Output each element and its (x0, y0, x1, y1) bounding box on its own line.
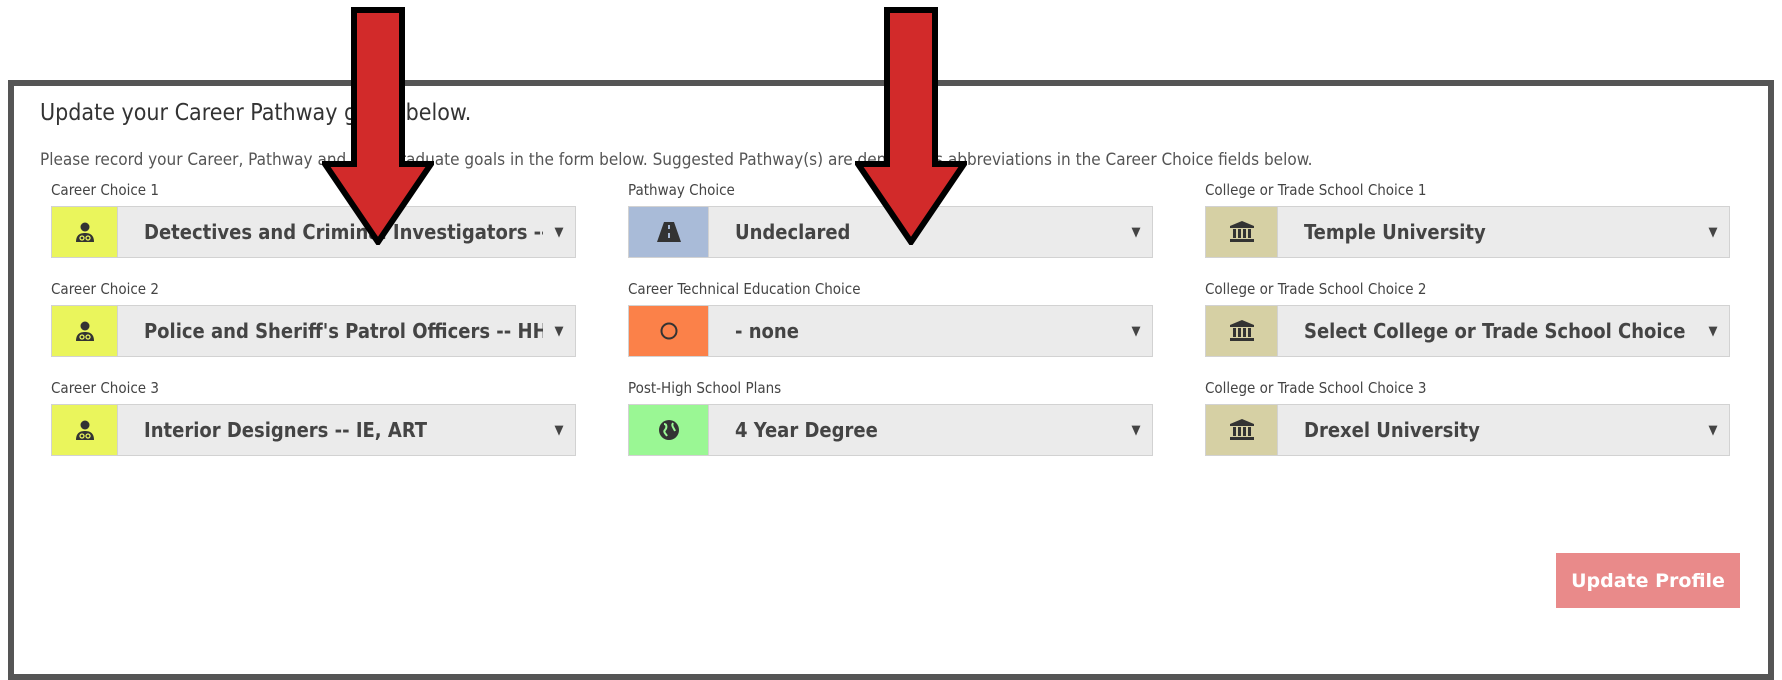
career-choice-3-label: Career Choice 3 (51, 379, 159, 397)
chevron-down-icon: ▼ (554, 422, 564, 438)
instructions-text: Please record your Career, Pathway and P… (40, 150, 1313, 170)
chevron-down-icon: ▼ (1708, 224, 1718, 240)
chevron-down-icon: ▼ (1131, 422, 1141, 438)
chevron-down-icon: ▼ (1708, 422, 1718, 438)
career-choice-3-field: Career Choice 3 Interior Designers -- IE… (51, 378, 576, 456)
user-doctor-icon (52, 405, 118, 455)
career-choice-2-field: Career Choice 2 Police and Sheriff's Pat… (51, 279, 576, 357)
chevron-down-icon: ▼ (1131, 224, 1141, 240)
college-choice-1-value: Temple University (1304, 220, 1486, 244)
career-choice-1-select[interactable]: Detectives and Criminal Investigators --… (51, 206, 576, 258)
college-choice-3-field: College or Trade School Choice 3 Drexel … (1205, 378, 1730, 456)
chevron-down-icon: ▼ (554, 224, 564, 240)
college-choice-2-value: Select College or Trade School Choice (1304, 319, 1686, 343)
college-choice-3-value: Drexel University (1304, 418, 1480, 442)
college-choice-1-label: College or Trade School Choice 1 (1205, 181, 1427, 199)
career-choice-1-field: Career Choice 1 Detectives and Criminal … (51, 180, 576, 258)
update-profile-button[interactable]: Update Profile (1556, 553, 1740, 608)
college-choice-2-select[interactable]: Select College or Trade School Choice ▼ (1205, 305, 1730, 357)
post-high-school-plans-field: Post-High School Plans 4 Year Degree ▼ (628, 378, 1153, 456)
user-doctor-icon (52, 207, 118, 257)
cte-choice-label: Career Technical Education Choice (628, 280, 861, 298)
post-high-school-plans-label: Post-High School Plans (628, 379, 782, 397)
career-choice-3-value: Interior Designers -- IE, ART (144, 418, 428, 442)
career-choice-2-label: Career Choice 2 (51, 280, 159, 298)
globe-icon (629, 405, 709, 455)
chevron-down-icon: ▼ (1708, 323, 1718, 339)
cte-choice-value: - none (735, 319, 799, 343)
post-high-school-plans-select[interactable]: 4 Year Degree ▼ (628, 404, 1153, 456)
arrow-down-icon (855, 7, 967, 245)
college-choice-2-field: College or Trade School Choice 2 Select … (1205, 279, 1730, 357)
arrow-down-icon (322, 7, 434, 245)
circle-icon (629, 306, 709, 356)
career-choice-3-select[interactable]: Interior Designers -- IE, ART ▼ (51, 404, 576, 456)
bank-icon (1206, 207, 1278, 257)
chevron-down-icon: ▼ (1131, 323, 1141, 339)
post-high-school-plans-value: 4 Year Degree (735, 418, 878, 442)
college-choice-2-label: College or Trade School Choice 2 (1205, 280, 1427, 298)
cte-choice-select[interactable]: - none ▼ (628, 305, 1153, 357)
cte-choice-field: Career Technical Education Choice - none… (628, 279, 1153, 357)
bank-icon (1206, 306, 1278, 356)
road-icon (629, 207, 709, 257)
college-choice-1-select[interactable]: Temple University ▼ (1205, 206, 1730, 258)
college-choice-3-select[interactable]: Drexel University ▼ (1205, 404, 1730, 456)
college-choice-1-field: College or Trade School Choice 1 Temple … (1205, 180, 1730, 258)
college-choice-3-label: College or Trade School Choice 3 (1205, 379, 1427, 397)
bank-icon (1206, 405, 1278, 455)
career-choice-1-label: Career Choice 1 (51, 181, 159, 199)
user-doctor-icon (52, 306, 118, 356)
career-choice-2-select[interactable]: Police and Sheriff's Patrol Officers -- … (51, 305, 576, 357)
career-choice-2-value: Police and Sheriff's Patrol Officers -- … (144, 319, 543, 343)
chevron-down-icon: ▼ (554, 323, 564, 339)
